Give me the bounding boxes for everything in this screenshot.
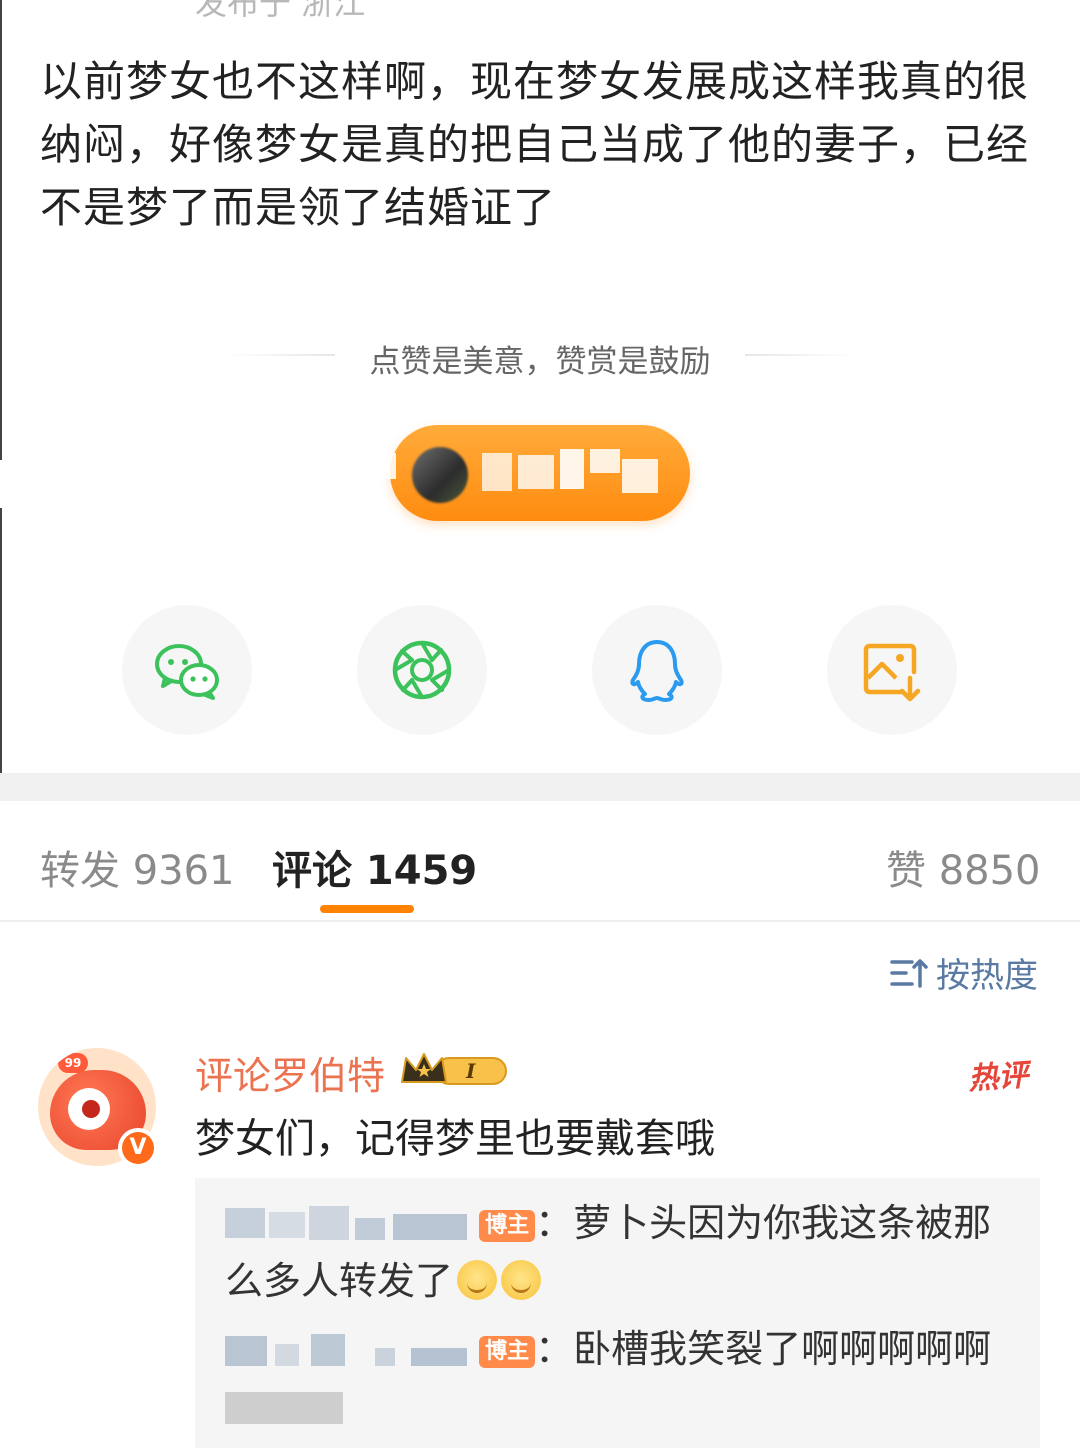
membership-crown-icon: I: [400, 1050, 510, 1090]
active-tab-indicator: [320, 905, 414, 913]
section-separator: [0, 773, 1080, 801]
author-badge: 博主: [479, 1336, 536, 1368]
left-edge: [0, 0, 2, 460]
reply-text: 么多人转发了: [225, 1259, 454, 1303]
commenter-avatar[interactable]: 99 V: [38, 1048, 158, 1168]
save-image-icon: [863, 643, 921, 702]
avatar-badge: 99: [58, 1053, 88, 1073]
pixelated-mosaic: [622, 459, 658, 493]
share-moments-button[interactable]: [357, 605, 487, 735]
verified-icon: V: [118, 1128, 158, 1168]
pixelated-mosaic: [482, 453, 512, 491]
post-location: 发布于 浙江: [195, 0, 366, 22]
verified-label: V: [122, 1132, 154, 1164]
commenter-name[interactable]: 评论罗伯特: [195, 1045, 385, 1100]
reply-item[interactable]: 博主 ：萝卜头因为你我这条被那: [225, 1194, 991, 1252]
tab-comment[interactable]: 评论 1459: [272, 838, 477, 896]
level-badge: I: [465, 1059, 476, 1083]
blurred-username: [225, 1204, 467, 1242]
sort-label: 按热度: [936, 956, 1038, 996]
pixelated-mosaic: [560, 449, 584, 489]
wechat-icon: [155, 644, 219, 700]
reward-button[interactable]: [382, 425, 690, 521]
author-badge: 博主: [479, 1210, 536, 1242]
save-image-button[interactable]: [827, 605, 957, 735]
blurred-username: [225, 1330, 467, 1368]
smile-emoji-icon: [457, 1260, 498, 1300]
divider: [0, 920, 1080, 922]
reply-item[interactable]: 博主 ：卧槽我笑裂了啊啊啊啊啊: [225, 1320, 991, 1378]
reply-item-continuation[interactable]: 么多人转发了: [225, 1252, 542, 1310]
moments-icon: [392, 640, 452, 700]
left-edge: [0, 508, 2, 798]
share-qq-button[interactable]: [592, 605, 722, 735]
pixelated-mosaic: [518, 455, 554, 489]
tab-repost[interactable]: 转发 9361: [40, 838, 235, 896]
reply-text: ：萝卜头因为你我这条被那: [535, 1201, 992, 1245]
tab-like[interactable]: 赞 8850: [886, 838, 1041, 896]
reward-hint-row: 点赞是美意，赞赏是鼓励: [0, 330, 1080, 380]
reply-text: ：卧槽我笑裂了啊啊啊啊啊: [535, 1327, 992, 1371]
comment-text: 梦女们，记得梦里也要戴套哦: [195, 1116, 715, 1162]
share-wechat-button[interactable]: [122, 605, 252, 735]
sort-icon: [890, 958, 928, 988]
reply-list[interactable]: 博主 ：萝卜头因为你我这条被那 么多人转发了 博主 ：卧槽我笑裂了啊啊啊啊啊: [195, 1178, 1040, 1448]
pixelated-mosaic: [590, 449, 620, 473]
pixelated-mosaic: [382, 453, 396, 479]
hot-comment-badge: 热评: [967, 1057, 1030, 1098]
qq-icon: [630, 640, 684, 702]
blurred-text: [225, 1388, 345, 1426]
smile-emoji-icon: [501, 1260, 542, 1300]
sort-button[interactable]: 按热度: [890, 948, 1038, 997]
reply-item-continuation: [225, 1378, 345, 1436]
divider: [745, 354, 855, 356]
avatar-pupil: [82, 1100, 100, 1118]
post-text: 以前梦女也不这样啊，现在梦女发展成这样我真的很纳闷，好像梦女是真的把自己当成了他…: [40, 57, 1030, 232]
reward-avatar: [412, 447, 468, 503]
reward-hint: 点赞是美意，赞赏是鼓励: [369, 344, 711, 380]
